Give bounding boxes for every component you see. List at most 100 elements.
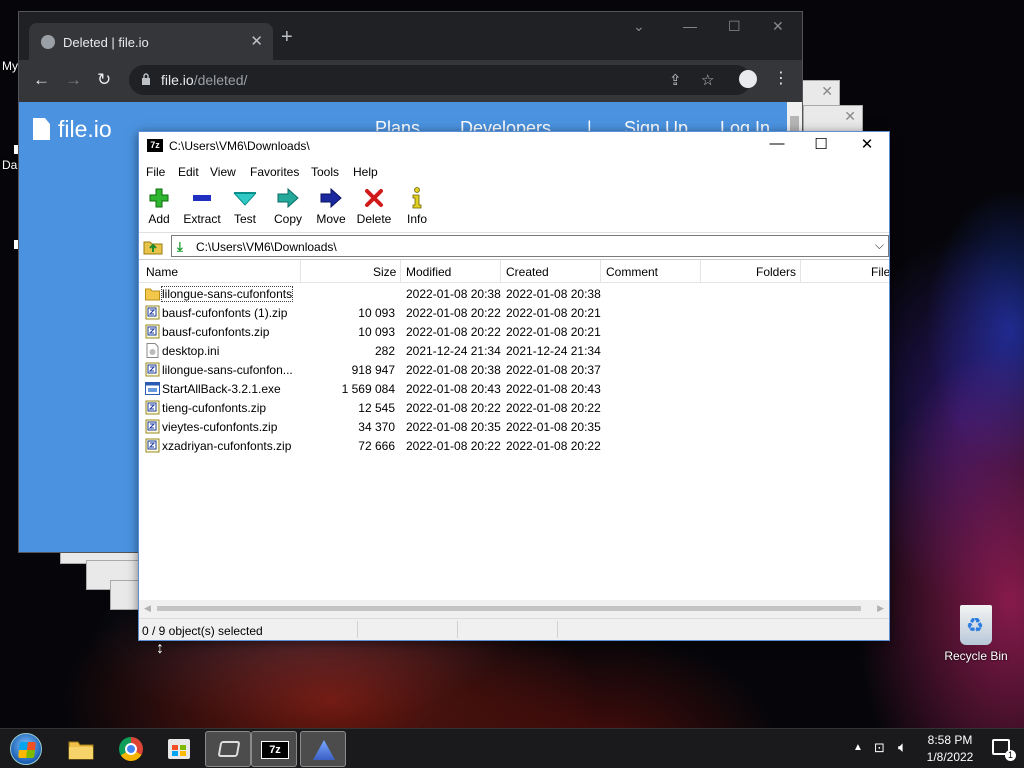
toolbar: Add Extract Test Copy Move Delete Info <box>139 183 889 233</box>
start-button[interactable] <box>10 733 42 765</box>
reload-icon[interactable]: ↻ <box>97 70 111 90</box>
menu-view[interactable]: View <box>210 165 236 179</box>
file-list[interactable]: Name Size Modified Created Comment Folde… <box>139 260 889 600</box>
close-button[interactable]: ✕ <box>847 135 887 157</box>
table-row[interactable]: StartAllBack-3.2.1.exe 1 569 084 2022-01-0… <box>139 379 889 398</box>
table-row[interactable]: bausf-cufonfonts (1).zip 10 093 2022-01-08… <box>139 303 889 322</box>
table-row[interactable]: lilongue-sans-cufonfonts 2022-01-08 20:38… <box>139 284 889 303</box>
maximize-button[interactable]: ☐ <box>801 135 841 157</box>
browser-tab[interactable]: Deleted | file.io ✕ <box>29 23 273 60</box>
extract-button[interactable]: Extract <box>182 186 222 226</box>
ini-file-icon <box>145 343 160 358</box>
scrollbar-thumb[interactable] <box>157 606 861 611</box>
path-combobox[interactable]: ⤓ C:\Users\VM6\Downloads\ ⌵ <box>171 235 889 257</box>
column-divider[interactable] <box>700 260 701 283</box>
taskbar-app-window[interactable] <box>205 731 251 767</box>
star-icon[interactable]: ☆ <box>701 71 714 89</box>
maximize-icon[interactable]: ☐ <box>728 18 741 35</box>
minimize-button[interactable]: — <box>757 135 797 157</box>
column-name[interactable]: Name <box>146 265 178 279</box>
info-button[interactable]: Info <box>397 186 437 226</box>
new-tab-icon[interactable]: + <box>281 26 293 49</box>
title-bar[interactable]: 7z C:\Users\VM6\Downloads\ — ☐ ✕ <box>139 132 889 161</box>
table-row[interactable]: lilongue-sans-cufonfon... 918 947 2022-01-… <box>139 360 889 379</box>
table-row[interactable]: tieng-cufonfonts.zip 12 545 2022-01-08 20:… <box>139 398 889 417</box>
file-size: 282 <box>374 344 395 358</box>
chevron-up-icon[interactable]: ▲ <box>853 742 863 753</box>
delete-button[interactable]: Delete <box>354 186 394 226</box>
desktop-icon-label-da[interactable]: Da <box>2 158 17 172</box>
table-row[interactable]: xzadriyan-cufonfonts.zip 72 666 2022-01-08… <box>139 436 889 455</box>
file-name: StartAllBack-3.2.1.exe <box>162 382 281 396</box>
add-button[interactable]: Add <box>139 186 179 226</box>
table-row[interactable]: desktop.ini 282 2021-12-24 21:34 2021-12-24… <box>139 341 889 360</box>
table-row[interactable]: bausf-cufonfonts.zip 10 093 2022-01-08 20:… <box>139 322 889 341</box>
column-divider[interactable] <box>400 260 401 283</box>
menu-file[interactable]: File <box>146 165 165 179</box>
column-divider[interactable] <box>500 260 501 283</box>
back-icon[interactable]: ← <box>33 70 50 90</box>
clock[interactable]: 8:58 PM 1/8/2022 <box>910 732 990 766</box>
close-icon[interactable]: ✕ <box>250 32 263 50</box>
taskbar-utility[interactable] <box>300 731 346 767</box>
chevron-down-icon[interactable]: ⌵ <box>875 238 884 253</box>
folder-up-icon[interactable] <box>143 237 163 255</box>
close-icon: ✕ <box>821 83 833 99</box>
column-divider[interactable] <box>600 260 601 283</box>
copy-button[interactable]: Copy <box>268 186 308 226</box>
tab-strip: Deleted | file.io ✕ + ⌄ — ☐ ✕ <box>19 12 802 60</box>
file-created: 2022-01-08 20:35 <box>506 420 601 434</box>
recycle-bin[interactable]: Recycle Bin <box>944 605 1008 663</box>
status-bar: 0 / 9 object(s) selected <box>139 618 889 640</box>
desktop-icon-label-my[interactable]: My <box>2 59 18 73</box>
profile-icon[interactable] <box>739 70 757 88</box>
file-modified: 2022-01-08 20:38 <box>406 287 501 301</box>
taskbar-store[interactable] <box>156 731 202 767</box>
scroll-left-icon[interactable]: ◀ <box>144 603 151 614</box>
column-modified[interactable]: Modified <box>406 265 451 279</box>
close-icon[interactable]: ✕ <box>772 18 784 35</box>
test-button[interactable]: Test <box>225 186 265 226</box>
toolbar-label: Copy <box>273 212 302 226</box>
network-icon[interactable]: ⊡ <box>874 740 885 756</box>
move-button[interactable]: Move <box>311 186 351 226</box>
menu-tools[interactable]: Tools <box>311 165 339 179</box>
column-files[interactable]: File <box>871 265 889 279</box>
file-size: 1 569 084 <box>341 382 395 396</box>
forward-icon[interactable]: → <box>65 70 82 90</box>
file-icon <box>33 118 50 140</box>
horizontal-scrollbar[interactable]: ◀ ▶ <box>139 600 889 618</box>
address-bar[interactable]: file.io/deleted/ ⇪ ☆ <box>129 65 751 95</box>
menu-kebab-icon[interactable]: ⋮ <box>773 68 789 88</box>
folder-file-icon <box>145 286 160 301</box>
taskbar-chrome[interactable] <box>108 731 154 767</box>
file-created: 2021-12-24 21:34 <box>506 344 601 358</box>
volume-icon[interactable]: 🔈︎ <box>898 739 907 756</box>
column-divider[interactable] <box>300 260 301 283</box>
share-icon[interactable]: ⇪ <box>669 71 682 89</box>
scroll-right-icon[interactable]: ▶ <box>877 603 884 614</box>
lock-icon <box>142 73 150 85</box>
taskbar-file-explorer[interactable] <box>58 731 104 767</box>
menu-help[interactable]: Help <box>353 165 378 179</box>
menu-edit[interactable]: Edit <box>178 165 199 179</box>
globe-icon <box>41 35 55 49</box>
chevron-down-icon[interactable]: ⌄ <box>633 18 645 35</box>
column-size[interactable]: Size <box>373 265 396 279</box>
menu-bar: File Edit View Favorites Tools Help <box>139 161 889 183</box>
notification-icon[interactable]: 1 <box>992 739 1016 761</box>
taskbar-7zip[interactable]: 7z <box>251 731 297 767</box>
file-size: 72 666 <box>358 439 395 453</box>
site-logo[interactable]: file.io <box>33 116 112 143</box>
column-comment[interactable]: Comment <box>606 265 658 279</box>
menu-favorites[interactable]: Favorites <box>250 165 299 179</box>
column-divider[interactable] <box>800 260 801 283</box>
zip-file-icon <box>145 438 160 453</box>
windows-logo-icon <box>18 742 36 758</box>
notification-badge: 1 <box>1005 750 1016 761</box>
column-created[interactable]: Created <box>506 265 549 279</box>
minimize-icon[interactable]: — <box>683 18 697 34</box>
column-folders[interactable]: Folders <box>756 265 796 279</box>
table-row[interactable]: vieytes-cufonfonts.zip 34 370 2022-01-08 2… <box>139 417 889 436</box>
file-modified: 2021-12-24 21:34 <box>406 344 501 358</box>
